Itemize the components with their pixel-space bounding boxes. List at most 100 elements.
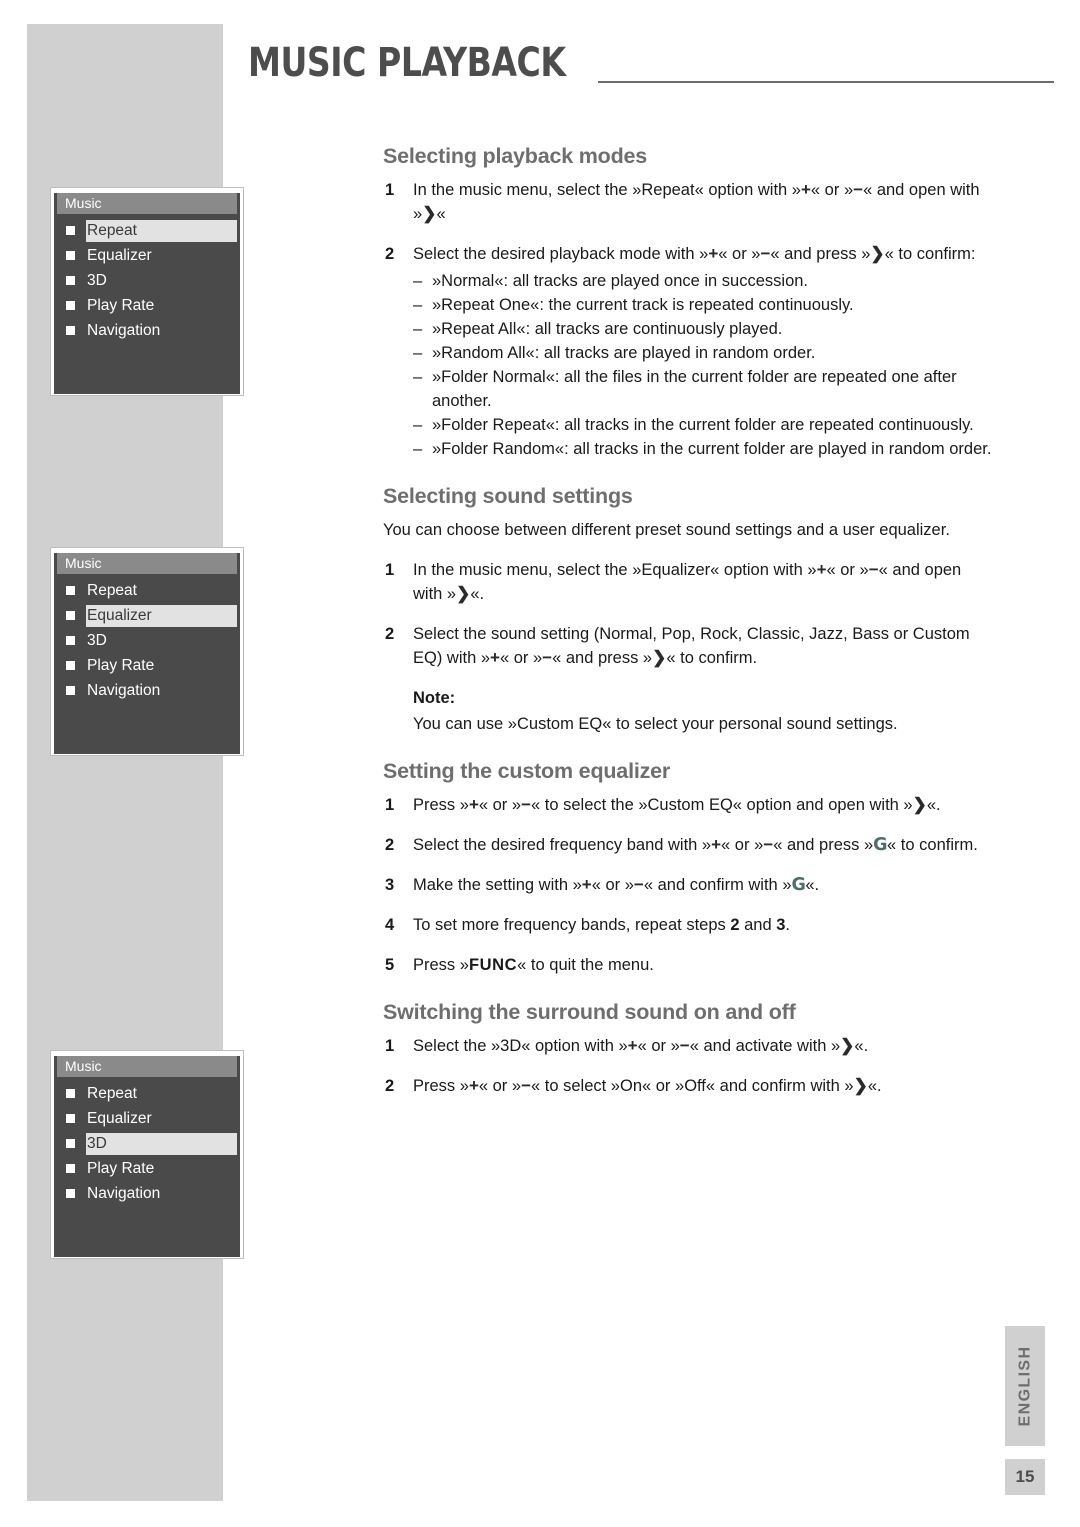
dash-bullet-icon: – bbox=[413, 296, 423, 314]
step-body: Select the sound setting (Normal, Pop, R… bbox=[413, 625, 970, 667]
heading-playback-modes: Selecting playback modes bbox=[383, 144, 648, 168]
step-body: In the music menu, select the »Repeat« o… bbox=[413, 180, 980, 223]
minus-key-icon: − bbox=[542, 648, 553, 667]
step-text: « or » bbox=[478, 1077, 522, 1095]
step-text: « to quit the menu. bbox=[517, 956, 654, 974]
osd-item-equalizer[interactable]: Equalizer bbox=[57, 603, 237, 628]
step-body: Select the »3D« option with »+« or »−« a… bbox=[413, 1036, 868, 1055]
square-bullet-icon bbox=[66, 686, 75, 695]
heading-custom-equalizer: Setting the custom equalizer bbox=[383, 759, 671, 783]
osd-item-label: Equalizer bbox=[87, 246, 152, 264]
osd-item-navigation[interactable]: Navigation bbox=[57, 1181, 237, 1206]
list-item: – »Folder Normal«: all the files in the c… bbox=[413, 365, 995, 413]
main-content: Selecting playback modes 1 In the music … bbox=[383, 143, 995, 1120]
step-text: « and press » bbox=[773, 836, 874, 854]
plus-key-icon: + bbox=[816, 560, 827, 579]
osd-item-repeat[interactable]: Repeat bbox=[57, 578, 237, 603]
list-item: – »Folder Random«: all tracks in the curr… bbox=[413, 437, 995, 461]
osd-item-play-rate[interactable]: Play Rate bbox=[57, 293, 237, 318]
osd-item-navigation[interactable]: Navigation bbox=[57, 678, 237, 703]
plus-key-icon: + bbox=[468, 795, 479, 814]
language-tab: ENGLISH bbox=[1005, 1326, 1045, 1446]
step-number: 1 bbox=[385, 1037, 395, 1055]
step-number: 2 bbox=[385, 625, 395, 643]
step-item: 2 Select the desired frequency band with… bbox=[383, 833, 995, 857]
osd-item-repeat[interactable]: Repeat bbox=[57, 218, 237, 243]
step-item: 1 Press »+« or »−« to select the »Custom… bbox=[383, 793, 995, 817]
step-text: « to select the »Custom EQ« option and o… bbox=[531, 796, 913, 814]
list-item-label: »Repeat One«: the current track is repea… bbox=[432, 296, 854, 314]
dash-bullet-icon: – bbox=[413, 368, 423, 386]
step-text: « and confirm with » bbox=[643, 876, 792, 894]
osd-menu-3d: Music Repeat Equalizer 3D Play Rate Navi… bbox=[50, 1050, 244, 1259]
step-text: « or » bbox=[718, 245, 761, 263]
osd-item-equalizer[interactable]: Equalizer bbox=[57, 1106, 237, 1131]
steps-surround-sound: 1 Select the »3D« option with »+« or »−«… bbox=[383, 1034, 995, 1098]
osd-item-label: Repeat bbox=[87, 581, 137, 599]
step-number: 1 bbox=[385, 796, 395, 814]
page-number: 15 bbox=[1015, 1467, 1035, 1486]
step-text: To set more frequency bands, repeat step… bbox=[413, 916, 731, 934]
right-arrow-key-icon: ❯ bbox=[422, 204, 437, 223]
plus-key-icon: + bbox=[711, 835, 722, 854]
plus-key-icon: + bbox=[490, 648, 500, 667]
right-arrow-key-icon: ❯ bbox=[853, 1076, 868, 1095]
plus-key-icon: + bbox=[800, 180, 811, 199]
right-arrow-key-icon: ❯ bbox=[870, 244, 885, 263]
square-bullet-icon bbox=[66, 1089, 75, 1098]
section-sound-settings: Selecting sound settings You can choose … bbox=[383, 483, 995, 736]
title-rule bbox=[598, 81, 1054, 83]
step-text: « or » bbox=[721, 836, 764, 854]
step-text: « bbox=[436, 205, 446, 223]
list-item-label: »Folder Normal«: all the files in the cu… bbox=[432, 368, 957, 410]
section-playback-modes: Selecting playback modes 1 In the music … bbox=[383, 143, 995, 461]
osd-item-label: Play Rate bbox=[87, 1159, 155, 1177]
step-text: « to confirm. bbox=[887, 836, 978, 854]
step-text: Select the desired playback mode with » bbox=[413, 245, 709, 263]
osd-item-3d[interactable]: 3D bbox=[57, 628, 237, 653]
right-arrow-key-icon: ❯ bbox=[840, 1036, 855, 1055]
list-item: – »Random All«: all tracks are played in … bbox=[413, 341, 995, 365]
step-text: « or » bbox=[499, 649, 543, 667]
step-text: « to select »On« or »Off« and confirm wi… bbox=[531, 1077, 854, 1095]
list-item: – »Folder Repeat«: all tracks in the curr… bbox=[413, 413, 995, 437]
square-bullet-icon bbox=[66, 611, 75, 620]
step-body: Select the desired playback mode with »+… bbox=[413, 244, 975, 263]
step-number: 4 bbox=[385, 916, 395, 934]
osd-item-play-rate[interactable]: Play Rate bbox=[57, 653, 237, 678]
square-bullet-icon bbox=[66, 326, 75, 335]
right-arrow-key-icon: ❯ bbox=[456, 584, 471, 603]
square-bullet-icon bbox=[66, 226, 75, 235]
osd-item-3d[interactable]: 3D bbox=[57, 268, 237, 293]
step-text: « and press » bbox=[770, 245, 871, 263]
osd-item-label: Play Rate bbox=[87, 656, 155, 674]
step-text: « and activate with » bbox=[689, 1037, 841, 1055]
osd-titlebar: Music bbox=[57, 553, 237, 574]
step-text: « and press » bbox=[552, 649, 653, 667]
plus-key-icon: + bbox=[468, 1076, 479, 1095]
step-body: Make the setting with »+« or »−« and con… bbox=[413, 875, 819, 895]
osd-item-repeat[interactable]: Repeat bbox=[57, 1081, 237, 1106]
step-number: 5 bbox=[385, 956, 395, 974]
dash-bullet-icon: – bbox=[413, 320, 423, 338]
osd-item-play-rate[interactable]: Play Rate bbox=[57, 1156, 237, 1181]
step-item: 1 Select the »3D« option with »+« or »−«… bbox=[383, 1034, 995, 1058]
heading-sound-settings: Selecting sound settings bbox=[383, 484, 633, 508]
step-reference-number: 2 bbox=[730, 916, 740, 934]
steps-playback-modes: 1 In the music menu, select the »Repeat«… bbox=[383, 178, 995, 461]
osd-item-label: Equalizer bbox=[86, 604, 237, 627]
osd-item-navigation[interactable]: Navigation bbox=[57, 318, 237, 343]
section-surround-sound: Switching the surround sound on and off … bbox=[383, 999, 995, 1098]
osd-item-3d[interactable]: 3D bbox=[57, 1131, 237, 1156]
minus-key-icon: − bbox=[868, 560, 879, 579]
step-text: « or » bbox=[478, 796, 522, 814]
step-number: 3 bbox=[385, 876, 395, 894]
list-item-label: »Random All«: all tracks are played in r… bbox=[432, 344, 816, 362]
step-body: Select the desired frequency band with »… bbox=[413, 835, 978, 855]
step-body: In the music menu, select the »Equalizer… bbox=[413, 560, 961, 603]
osd-item-label: Navigation bbox=[87, 1184, 161, 1202]
osd-item-label: Play Rate bbox=[87, 296, 155, 314]
step-text: Press » bbox=[413, 1077, 469, 1095]
osd-item-equalizer[interactable]: Equalizer bbox=[57, 243, 237, 268]
osd-item-label: 3D bbox=[87, 271, 107, 289]
